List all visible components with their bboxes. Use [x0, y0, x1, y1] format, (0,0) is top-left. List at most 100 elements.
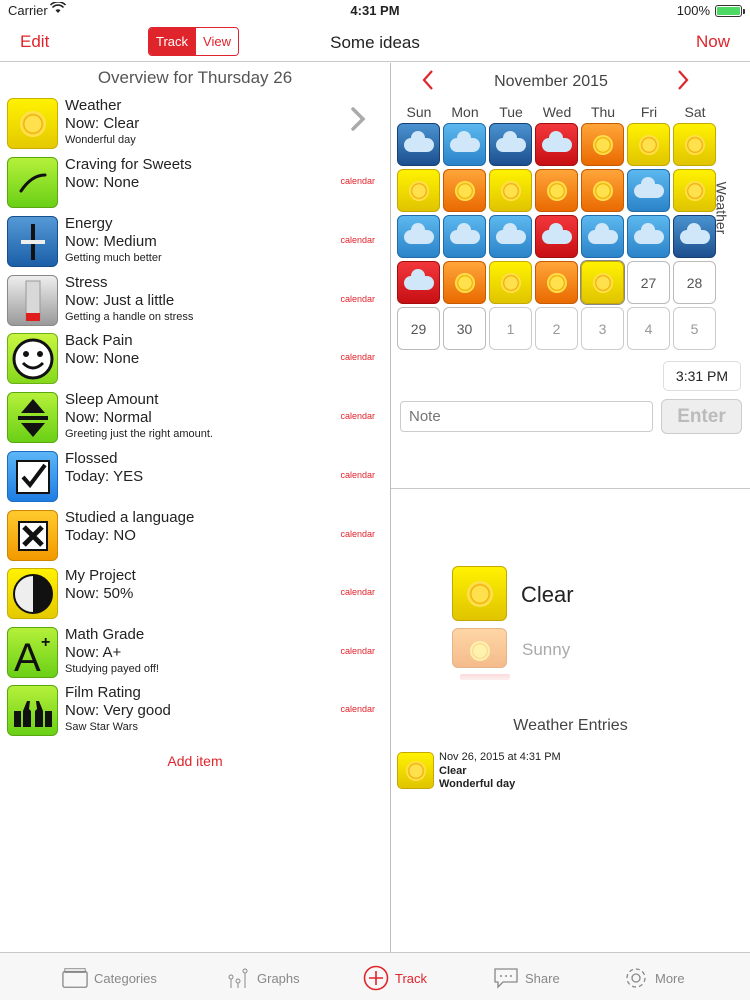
calendar-link[interactable]: calendar — [340, 704, 375, 714]
clock: 4:31 PM — [350, 3, 400, 18]
tab-more[interactable]: More — [623, 963, 685, 993]
picker-selected-value[interactable]: Clear — [521, 582, 574, 608]
calendar-day-sun[interactable] — [397, 169, 440, 212]
edit-button[interactable]: Edit — [20, 32, 49, 52]
grade-a-plus-icon: A + — [7, 627, 58, 678]
item-note: Getting a handle on stress — [65, 311, 194, 323]
sun-icon — [684, 134, 705, 155]
item-name: Back Pain — [65, 332, 133, 349]
calendar-link[interactable]: calendar — [340, 646, 375, 656]
calendar-day[interactable]: 1 — [489, 307, 532, 350]
calendar-day-sunny[interactable] — [443, 169, 486, 212]
picker-sun-icon[interactable] — [452, 566, 507, 621]
overview-title: Overview for Thursday 26 — [97, 68, 293, 87]
calendar-day-sunny[interactable] — [443, 261, 486, 304]
calendar-day-sun[interactable] — [627, 123, 670, 166]
calendar-day-cloud[interactable] — [627, 169, 670, 212]
item-name: My Project — [65, 567, 136, 584]
storm-cloud-icon — [495, 130, 526, 152]
calendar-day-sun[interactable] — [673, 123, 716, 166]
calendar-day-sun[interactable] — [581, 261, 624, 304]
graph-icon — [225, 966, 251, 990]
calendar-day-cloud[interactable] — [581, 215, 624, 258]
list-item-energy[interactable]: Energy Now: Medium Getting much better c… — [0, 214, 390, 272]
calendar-month: November 2015 — [494, 73, 608, 90]
cloud-icon — [449, 222, 480, 244]
partly-sunny-icon — [454, 180, 475, 201]
list-item-craving-for-sweets[interactable]: Craving for Sweets Now: None calendar — [0, 155, 390, 213]
list-item-flossed[interactable]: Flossed Today: YES calendar — [0, 449, 390, 507]
calendar-day[interactable]: 28 — [673, 261, 716, 304]
list-item-math-grade[interactable]: A + Math Grade Now: A+ Studying payed off… — [0, 625, 390, 683]
calendar-link[interactable]: calendar — [340, 235, 375, 245]
calendar-link[interactable]: calendar — [340, 529, 375, 539]
section-divider — [391, 488, 750, 489]
calendar-day-cloud[interactable] — [443, 215, 486, 258]
tab-bar: Categories Graphs Track Share More — [0, 952, 750, 1000]
calendar-day-sunny[interactable] — [581, 169, 624, 212]
picker-sunny-icon[interactable] — [452, 628, 507, 668]
next-month-button[interactable] — [676, 67, 690, 98]
calendar-day[interactable]: 3 — [581, 307, 624, 350]
calendar-day-storm[interactable] — [673, 215, 716, 258]
calendar-link[interactable]: calendar — [340, 352, 375, 362]
calendar-link[interactable]: calendar — [340, 470, 375, 480]
add-item-button[interactable]: Add item — [0, 753, 390, 769]
chevron-right-icon[interactable] — [350, 106, 366, 140]
picker-next-value[interactable]: Sunny — [522, 640, 570, 660]
tab-graphs[interactable]: Graphs — [225, 963, 300, 993]
now-button[interactable]: Now — [696, 32, 730, 52]
calendar-link[interactable]: calendar — [340, 587, 375, 597]
enter-button[interactable]: Enter — [661, 399, 742, 434]
calendar-day-cloud[interactable] — [627, 215, 670, 258]
list-item-stress[interactable]: Stress Now: Just a little Getting a hand… — [0, 273, 390, 331]
calendar-link[interactable]: calendar — [340, 294, 375, 304]
page-title: Some ideas — [330, 33, 420, 52]
calendar-day-red[interactable] — [397, 261, 440, 304]
calendar-day[interactable]: 29 — [397, 307, 440, 350]
calendar-day[interactable]: 30 — [443, 307, 486, 350]
list-item-weather[interactable]: Weather Now: Clear Wonderful day — [0, 96, 390, 154]
calendar-day-cloud[interactable] — [489, 215, 532, 258]
weekday-label: Mon — [451, 104, 479, 120]
calendar-day-sun[interactable] — [489, 169, 532, 212]
calendar-link[interactable]: calendar — [340, 176, 375, 186]
track-view-segmented-control[interactable]: Track View — [148, 27, 239, 56]
calendar-day-cloud[interactable] — [397, 215, 440, 258]
calendar-day-red[interactable] — [535, 123, 578, 166]
sun-icon — [7, 98, 58, 149]
segment-track[interactable]: Track — [149, 28, 196, 55]
calendar-day-sun[interactable] — [489, 261, 532, 304]
item-value: Now: Medium — [65, 233, 157, 250]
calendar-link[interactable]: calendar — [340, 411, 375, 421]
calendar-day[interactable]: 27 — [627, 261, 670, 304]
sun-icon — [592, 272, 613, 293]
status-bar: Carrier 4:31 PM 100% — [0, 0, 750, 22]
list-item-film-rating[interactable]: Film Rating Now: Very good Saw Star Wars… — [0, 683, 390, 741]
entry-time-button[interactable]: 3:31 PM — [663, 361, 741, 391]
calendar-day-sunny[interactable] — [581, 123, 624, 166]
tab-share[interactable]: Share — [493, 963, 560, 993]
segment-view[interactable]: View — [195, 28, 238, 55]
list-item-my-project[interactable]: My Project Now: 50% calendar — [0, 566, 390, 624]
tab-track[interactable]: Track — [363, 963, 427, 993]
tab-categories[interactable]: Categories — [62, 963, 157, 993]
calendar-day-sun[interactable] — [673, 169, 716, 212]
item-note: Saw Star Wars — [65, 721, 138, 733]
cloud-icon — [633, 176, 664, 198]
calendar-day-red[interactable] — [535, 215, 578, 258]
note-input[interactable] — [400, 401, 653, 432]
calendar-day[interactable]: 2 — [535, 307, 578, 350]
calendar-day-storm[interactable] — [397, 123, 440, 166]
calendar-day[interactable]: 4 — [627, 307, 670, 350]
list-item-back-pain[interactable]: Back Pain Now: None calendar — [0, 331, 390, 389]
calendar-day-sunny[interactable] — [535, 169, 578, 212]
calendar-day[interactable]: 5 — [673, 307, 716, 350]
calendar-day-sunny[interactable] — [535, 261, 578, 304]
list-item-studied-a-language[interactable]: Studied a language Today: NO calendar — [0, 508, 390, 566]
calendar-day-storm[interactable] — [489, 123, 532, 166]
storm-cloud-icon — [403, 130, 434, 152]
list-item-sleep-amount[interactable]: Sleep Amount Now: Normal Greeting just t… — [0, 390, 390, 448]
entry-date: Nov 26, 2015 at 4:31 PM — [439, 751, 561, 763]
calendar-day-cloud[interactable] — [443, 123, 486, 166]
